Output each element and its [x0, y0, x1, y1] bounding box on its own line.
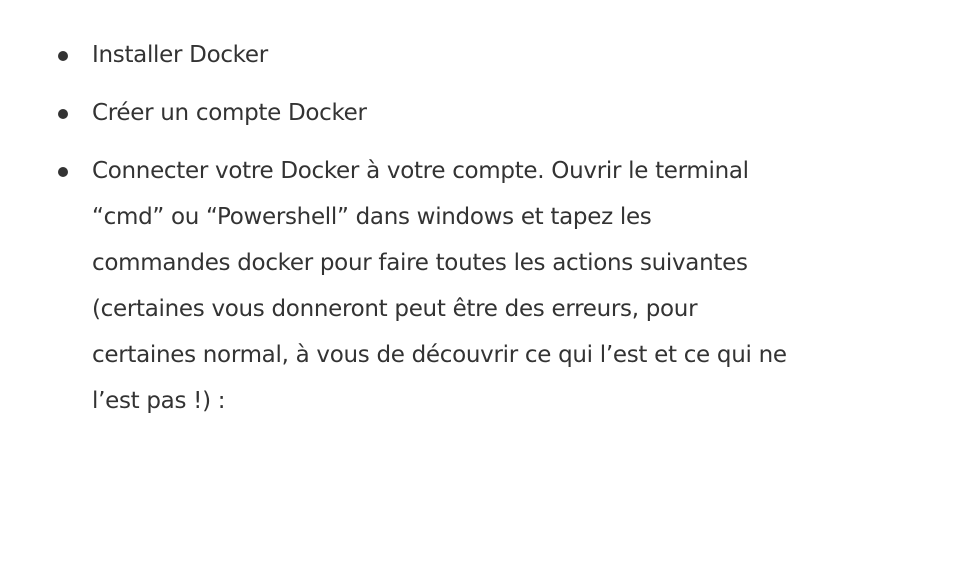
bullet-icon	[58, 51, 68, 61]
list-item: Créer un compte Docker	[55, 90, 935, 136]
bullet-icon	[58, 109, 68, 119]
bullet-icon	[58, 167, 68, 177]
instruction-list: Installer Docker Créer un compte Docker …	[55, 32, 935, 436]
list-item: Installer Docker	[55, 32, 935, 78]
list-item: Connecter votre Docker à votre compte. O…	[55, 148, 935, 424]
